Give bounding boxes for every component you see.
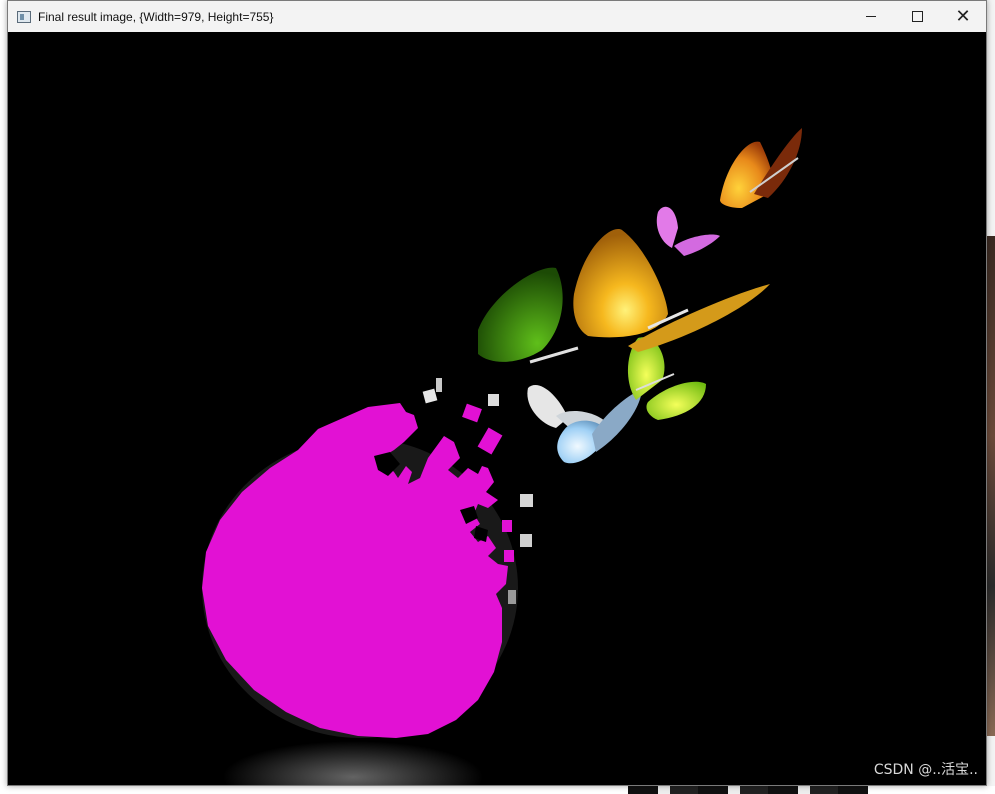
- butterfly-pink: [656, 206, 720, 256]
- cube-fragment: [422, 388, 438, 404]
- butterfly-green: [478, 267, 579, 364]
- cube-fragment: [488, 394, 499, 406]
- maximize-icon: [911, 11, 923, 22]
- floor-reflection: [223, 741, 483, 785]
- result-image: [202, 128, 802, 785]
- window-title: Final result image, {Width=979, Height=7…: [38, 9, 274, 24]
- cube-fragment: [436, 378, 442, 392]
- window-controls: ✕: [848, 1, 986, 32]
- minimize-icon: [866, 16, 876, 17]
- background-desktop-right: [987, 0, 995, 794]
- title-bar[interactable]: Final result image, {Width=979, Height=7…: [8, 1, 986, 32]
- mask-fragment: [502, 520, 512, 532]
- close-icon: ✕: [955, 5, 971, 27]
- mask-fragment: [477, 427, 503, 455]
- maximize-button[interactable]: [894, 1, 940, 32]
- cube-fragment: [520, 534, 532, 547]
- image-window: Final result image, {Width=979, Height=7…: [7, 0, 987, 786]
- image-canvas: CSDN @..活宝..: [8, 32, 986, 785]
- butterfly-orange: [720, 128, 802, 208]
- cube-fragment: [520, 494, 533, 507]
- mask-fragment: [462, 403, 482, 423]
- mask-fragment: [504, 550, 514, 562]
- butterfly-blue: [557, 390, 642, 464]
- background-desktop-bottom: [0, 786, 995, 794]
- watermark-text: CSDN @..活宝..: [873, 762, 978, 778]
- cube-fragment: [508, 590, 516, 604]
- app-window-icon: [17, 10, 31, 23]
- minimize-button[interactable]: [848, 1, 894, 32]
- close-button[interactable]: ✕: [940, 1, 986, 32]
